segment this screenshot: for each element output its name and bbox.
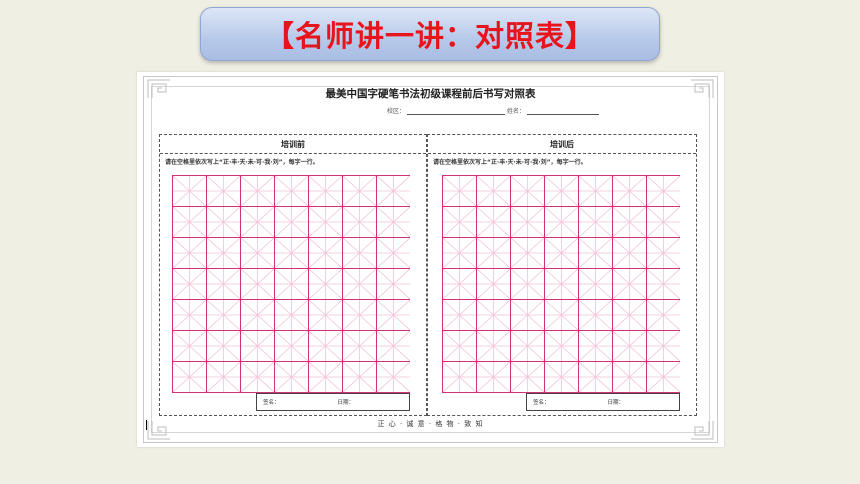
- campus-field[interactable]: [407, 108, 506, 115]
- panel-before-training: 培训前 请在空格里依次写上“正·丰·天·未·可·我·刘”，每字一行。 签名： 日…: [159, 134, 427, 416]
- signature-date-box[interactable]: 签名： 日期：: [256, 393, 410, 411]
- date-label: 日期：: [607, 400, 625, 406]
- panel-heading: 培训前: [160, 135, 426, 154]
- comparison-sheet: 最美中国字硬笔书法初级课程前后书写对照表 校区： 姓名： 培训前 请在空格里依次…: [137, 72, 724, 447]
- sign-label: 签名：: [533, 400, 550, 406]
- panel-after-training: 培训后 请在空格里依次写上“正·丰·天·未·可·我·刘”，每字一行。 签名： 日…: [427, 134, 697, 416]
- panel-heading: 培训后: [428, 135, 696, 154]
- sheet-title: 最美中国字硬笔书法初级课程前后书写对照表: [325, 88, 536, 100]
- panel-instruction: 请在空格里依次写上“正·丰·天·未·可·我·刘”，每字一行。: [165, 159, 319, 166]
- signature-date-box[interactable]: 签名： 日期：: [526, 393, 680, 411]
- panel-instruction: 请在空格里依次写上“正·丰·天·未·可·我·刘”，每字一行。: [433, 159, 587, 166]
- text-cursor: [146, 420, 147, 430]
- sign-label: 签名：: [263, 400, 280, 406]
- writing-grid[interactable]: [172, 175, 410, 393]
- campus-label: 校区：: [387, 108, 406, 115]
- writing-grid[interactable]: [442, 175, 680, 393]
- name-field[interactable]: [527, 108, 600, 115]
- motto-footer: 正 心 · 诚 意 · 格 物 · 致 知: [377, 420, 484, 428]
- slide-title: 【名师讲一讲：对照表】: [264, 19, 595, 53]
- date-label: 日期：: [337, 400, 355, 406]
- slide-title-banner: 【名师讲一讲：对照表】: [200, 7, 660, 61]
- name-label: 姓名：: [507, 108, 526, 115]
- campus-name-fields: 校区： 姓名：: [387, 106, 600, 115]
